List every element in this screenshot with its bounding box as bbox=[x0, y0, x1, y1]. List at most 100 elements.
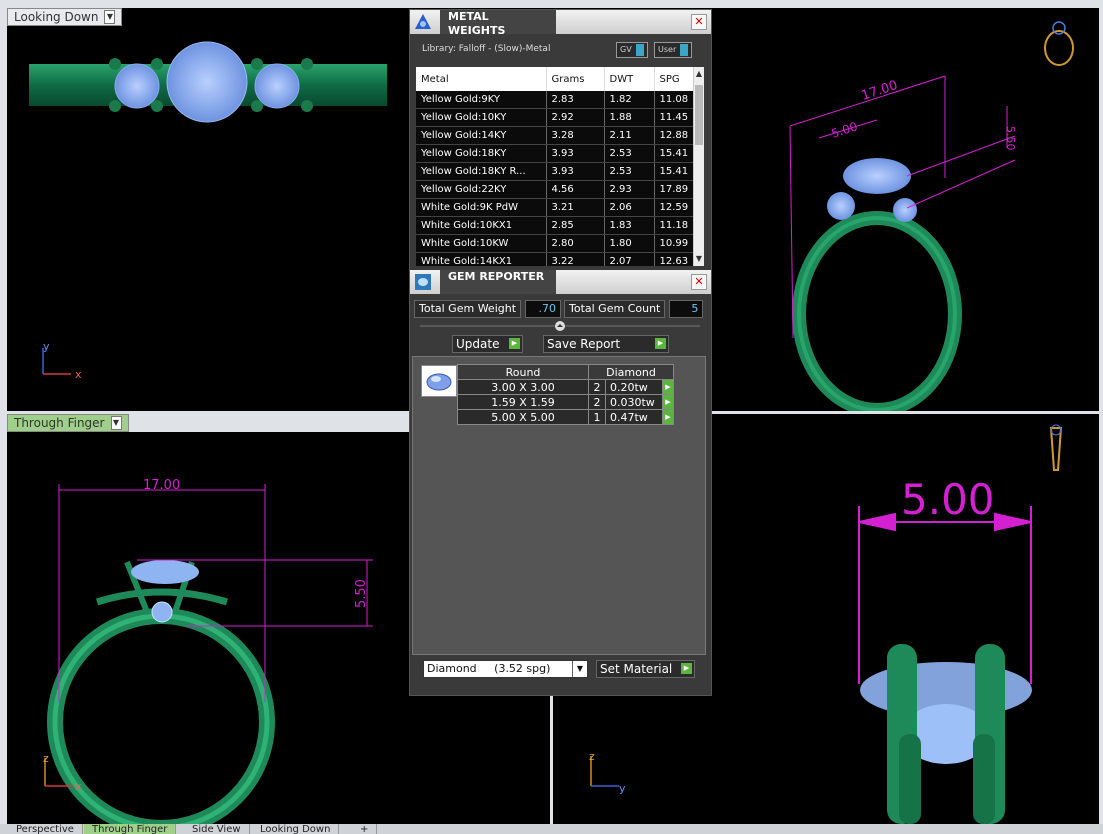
viewport-label-text: Through Finger bbox=[14, 416, 105, 430]
material-select-value: Diamond (3.52 spg) bbox=[427, 662, 551, 675]
gem-reporter-titlebar[interactable]: GEM REPORTER ✕ bbox=[410, 270, 711, 294]
column-header[interactable]: Metal bbox=[416, 67, 547, 91]
toggle-switch-icon bbox=[680, 44, 689, 56]
scroll-down-icon[interactable]: ▼ bbox=[694, 254, 704, 264]
table-cell: 1.82 bbox=[604, 91, 655, 109]
gem-material-header: Diamond bbox=[588, 364, 674, 380]
gem-row-arrow-icon[interactable]: ▶ bbox=[662, 409, 674, 425]
table-cell: White Gold:14KX1 bbox=[416, 252, 547, 266]
gem-row-arrow-icon[interactable]: ▶ bbox=[662, 394, 674, 410]
gem-row[interactable]: 1.59 X 1.59 2 0.030tw ▶ bbox=[457, 394, 674, 410]
table-cell: 2.53 bbox=[604, 162, 655, 181]
tab-add[interactable]: + bbox=[352, 824, 378, 834]
table-cell: 4.56 bbox=[546, 180, 605, 199]
gem-weight-cell: 0.20tw bbox=[604, 379, 664, 395]
table-row[interactable]: White Gold:10KX1 2.85 1.83 11.18 bbox=[416, 216, 697, 235]
table-cell: White Gold:10KW bbox=[416, 234, 547, 253]
table-row[interactable]: White Gold:9K PdW 3.21 2.06 12.59 bbox=[416, 198, 697, 217]
table-cell: Yellow Gold:18KY bbox=[416, 144, 547, 163]
axis-y-label-br: y bbox=[619, 782, 626, 795]
table-row[interactable]: Yellow Gold:18KY R... 3.93 2.53 15.41 bbox=[416, 162, 697, 181]
scroll-up-icon[interactable]: ▲ bbox=[694, 69, 704, 79]
gem-row-arrow-icon[interactable]: ▶ bbox=[662, 379, 674, 395]
column-header[interactable]: DWT bbox=[604, 67, 655, 91]
gem-count-cell: 1 bbox=[588, 409, 606, 425]
table-row[interactable]: Yellow Gold:14KY 3.28 2.11 12.88 bbox=[416, 126, 697, 145]
save-report-button[interactable]: Save Report ▶ bbox=[543, 335, 669, 353]
dim-bl-width: 17.00 bbox=[143, 478, 180, 493]
axis-x-label: x bbox=[75, 780, 82, 793]
user-toggle[interactable]: User bbox=[654, 42, 693, 58]
update-button[interactable]: Update ▶ bbox=[452, 335, 523, 353]
tab-side-view[interactable]: Side View bbox=[184, 824, 250, 834]
total-gem-weight-value: .70 bbox=[525, 300, 562, 318]
svg-text:x: x bbox=[75, 368, 82, 381]
gem-shape-header: Round bbox=[457, 364, 589, 380]
viewport-label-looking-down[interactable]: Looking Down ▼ bbox=[7, 8, 123, 26]
table-cell: 12.63 bbox=[654, 252, 697, 266]
gv-toggle[interactable]: GV bbox=[616, 42, 648, 58]
gem-size-cell: 1.59 X 1.59 bbox=[457, 394, 589, 410]
viewport-label-through-finger[interactable]: Through Finger ▼ bbox=[7, 414, 129, 432]
toggle-switch-icon bbox=[635, 44, 644, 56]
gem-weight-cell: 0.47tw bbox=[604, 409, 664, 425]
viewport-label-text: Looking Down bbox=[14, 10, 99, 24]
view-tabs: Perspective Through Finger Side View Lookin… bbox=[0, 824, 1103, 834]
table-row[interactable]: Yellow Gold:10KY 2.92 1.88 11.45 bbox=[416, 108, 697, 127]
table-cell: 11.45 bbox=[654, 108, 697, 127]
user-toggle-label: User bbox=[658, 45, 677, 54]
total-gem-count-label: Total Gem Count bbox=[564, 300, 666, 318]
table-cell: 2.92 bbox=[546, 108, 605, 127]
scroll-thumb[interactable] bbox=[695, 85, 703, 145]
collapse-icon[interactable] bbox=[420, 321, 700, 331]
table-cell: 11.18 bbox=[654, 216, 697, 235]
metal-table-scrollbar[interactable]: ▲ ▼ bbox=[693, 67, 704, 266]
close-icon[interactable]: ✕ bbox=[691, 14, 707, 30]
table-row[interactable]: Yellow Gold:18KY 3.93 2.53 15.41 bbox=[416, 144, 697, 163]
tab-looking-down[interactable]: Looking Down bbox=[252, 824, 340, 834]
table-row[interactable]: Yellow Gold:22KY 4.56 2.93 17.89 bbox=[416, 180, 697, 199]
table-row[interactable]: White Gold:10KW 2.80 1.80 10.99 bbox=[416, 234, 697, 253]
tab-perspective[interactable]: Perspective bbox=[8, 824, 83, 834]
gem-row[interactable]: 3.00 X 3.00 2 0.20tw ▶ bbox=[457, 379, 674, 395]
table-cell: 1.88 bbox=[604, 108, 655, 127]
total-gem-weight: Total Gem Weight .70 bbox=[414, 300, 562, 318]
chevron-down-icon[interactable]: ▼ bbox=[572, 661, 587, 677]
material-select[interactable]: Diamond (3.52 spg) ▼ bbox=[423, 660, 588, 678]
table-cell: 3.93 bbox=[546, 144, 605, 163]
tab-through-finger[interactable]: Through Finger bbox=[84, 824, 177, 834]
dropdown-arrow-icon[interactable]: ▼ bbox=[110, 416, 122, 430]
metal-library-label: Library: Falloff - (Slow)-Metal bbox=[422, 44, 551, 54]
gem-thumbnail[interactable] bbox=[421, 365, 457, 397]
table-cell: 15.41 bbox=[654, 162, 697, 181]
total-gem-count-value: 5 bbox=[669, 300, 704, 318]
gem-count-cell: 2 bbox=[588, 379, 606, 395]
table-row[interactable]: Yellow Gold:9KY 2.83 1.82 11.08 bbox=[416, 91, 697, 109]
close-icon[interactable]: ✕ bbox=[691, 274, 707, 290]
total-gem-count: Total Gem Count 5 bbox=[564, 300, 704, 318]
set-material-button[interactable]: Set Material ▶ bbox=[596, 660, 695, 678]
table-cell: 2.53 bbox=[604, 144, 655, 163]
gem-row[interactable]: 5.00 X 5.00 1 0.47tw ▶ bbox=[457, 409, 674, 425]
table-cell: 2.07 bbox=[604, 252, 655, 266]
column-header[interactable]: Grams bbox=[546, 67, 605, 91]
table-cell: White Gold:10KX1 bbox=[416, 216, 547, 235]
axis-z-label-br: z bbox=[589, 750, 595, 763]
table-row[interactable]: White Gold:14KX1 3.22 2.07 12.63 bbox=[416, 252, 697, 266]
set-material-button-label: Set Material bbox=[600, 662, 673, 676]
table-cell: White Gold:9K PdW bbox=[416, 198, 547, 217]
metal-weights-title: METAL WEIGHTS bbox=[440, 10, 556, 37]
metal-weights-titlebar[interactable]: METAL WEIGHTS ✕ bbox=[410, 10, 711, 37]
table-cell: 3.93 bbox=[546, 162, 605, 181]
gem-list-area: Round Diamond 3.00 X 3.00 2 0.20tw ▶ 1.59 X … bbox=[412, 356, 706, 655]
save-report-button-label: Save Report bbox=[547, 337, 621, 351]
axis-z-label: z bbox=[43, 752, 49, 765]
table-cell: 2.06 bbox=[604, 198, 655, 217]
svg-text:y: y bbox=[43, 340, 50, 353]
dropdown-arrow-icon[interactable]: ▼ bbox=[104, 10, 116, 24]
table-header-row: Metal Grams DWT SPG bbox=[416, 67, 697, 91]
round-gem-icon bbox=[426, 373, 452, 391]
table-cell: Yellow Gold:10KY bbox=[416, 108, 547, 127]
gv-toggle-label: GV bbox=[620, 45, 632, 54]
column-header[interactable]: SPG bbox=[654, 67, 697, 91]
